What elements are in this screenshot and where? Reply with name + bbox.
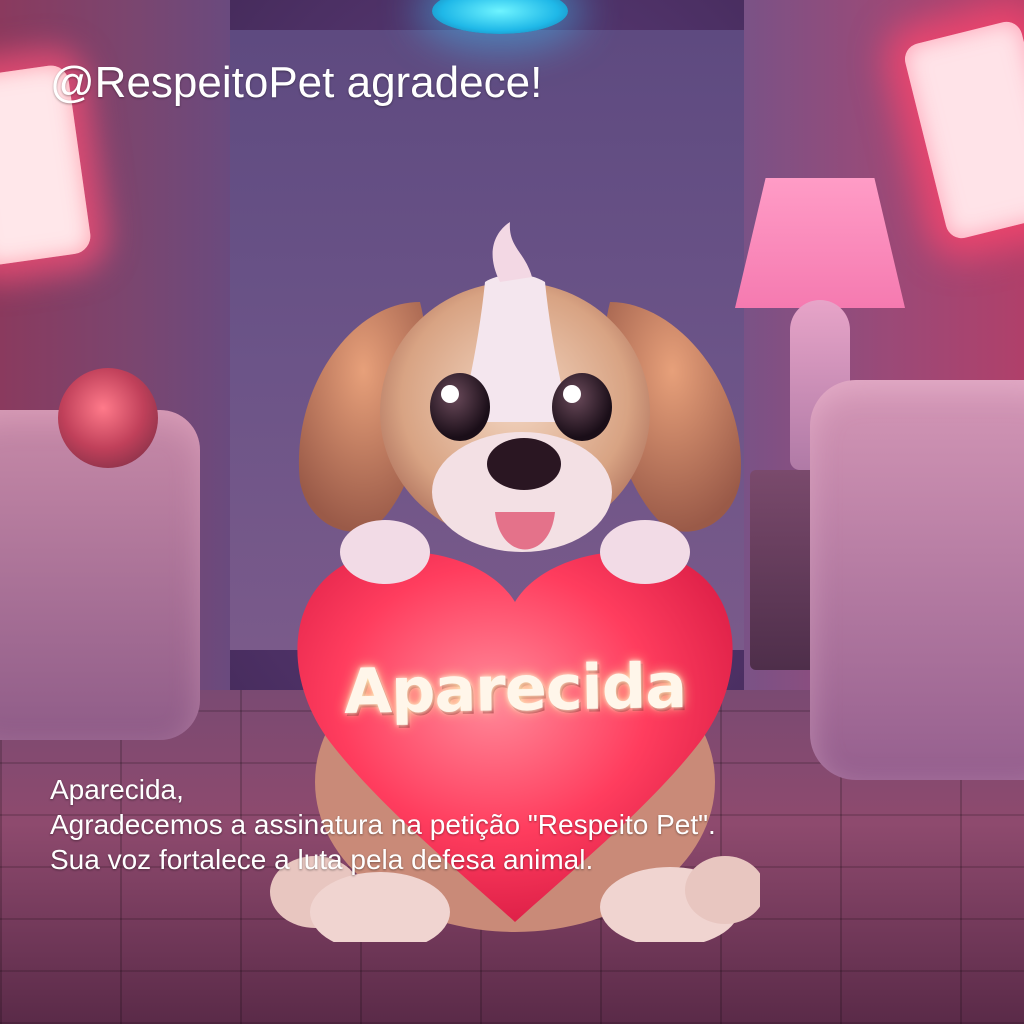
ceiling-light — [432, 0, 568, 34]
paw-right-on-heart — [600, 520, 690, 584]
eye-highlight-right — [563, 385, 581, 403]
message-line-2: Sua voz fortalece a luta pela defesa ani… — [50, 844, 594, 875]
heart-name: Aparecida — [343, 649, 687, 728]
message-greeting: Aparecida, — [50, 774, 184, 805]
eye-highlight-left — [441, 385, 459, 403]
dog-nose — [487, 438, 561, 490]
thank-you-message: Aparecida, Agradecemos a assinatura na p… — [50, 772, 716, 877]
sofa-right — [810, 380, 1024, 780]
hair-tuft — [492, 222, 532, 282]
background-scene: Aparecida @RespeitoPet agradece! Apareci… — [0, 0, 1024, 1024]
ball — [58, 368, 158, 468]
eye-right — [552, 373, 612, 441]
message-line-1: Agradecemos a assinatura na petição "Res… — [50, 809, 716, 840]
paw-left-on-heart — [340, 520, 430, 584]
eye-left — [430, 373, 490, 441]
page-title: @RespeitoPet agradece! — [50, 58, 543, 107]
